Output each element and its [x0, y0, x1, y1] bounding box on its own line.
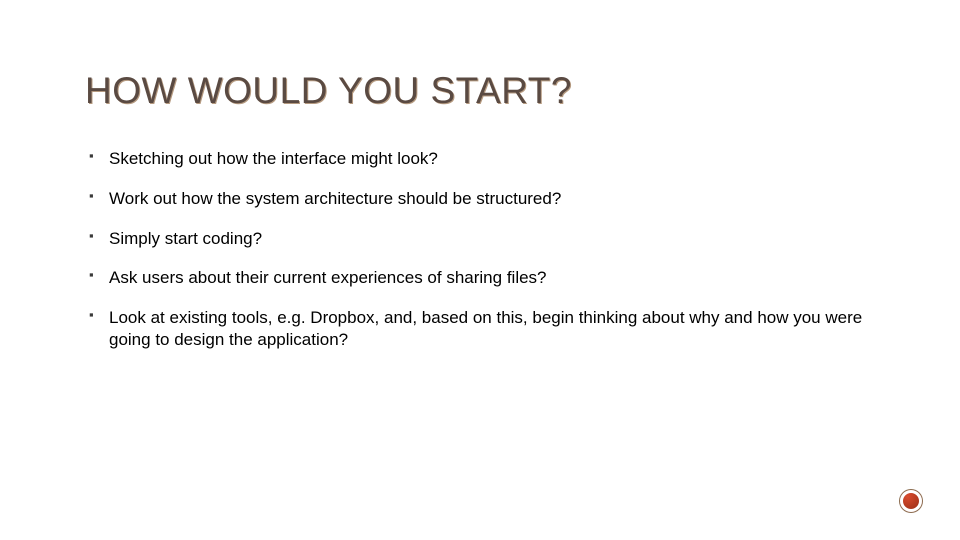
decorative-dot-icon	[900, 490, 922, 512]
list-item: Look at existing tools, e.g. Dropbox, an…	[85, 307, 875, 351]
list-item: Ask users about their current experience…	[85, 267, 875, 289]
list-item: Work out how the system architecture sho…	[85, 188, 875, 210]
bullet-list: Sketching out how the interface might lo…	[85, 148, 875, 351]
list-item: Simply start coding?	[85, 228, 875, 250]
list-item: Sketching out how the interface might lo…	[85, 148, 875, 170]
slide-title: HOW WOULD YOU START?	[85, 70, 875, 112]
slide: HOW WOULD YOU START? Sketching out how t…	[0, 0, 960, 540]
